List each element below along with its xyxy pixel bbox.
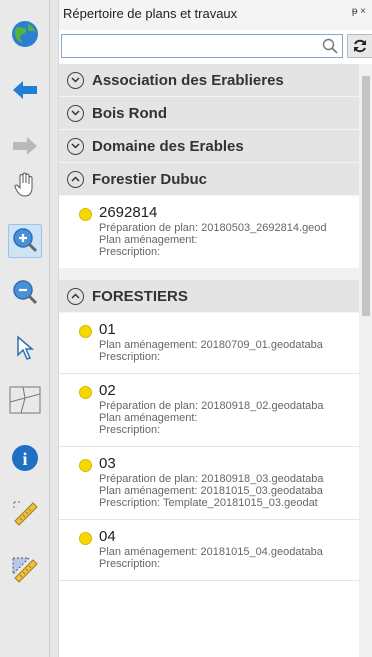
zoom-out-icon[interactable]	[0, 270, 50, 314]
group-label: Forestier Dubuc	[92, 170, 208, 188]
polygon-icon[interactable]	[0, 378, 50, 422]
plan-item[interactable]: 02 Préparation de plan: 20180918_02.geoda…	[59, 374, 359, 447]
ruler-icon[interactable]	[0, 491, 50, 535]
group-header[interactable]: Association des Erablieres	[59, 64, 359, 97]
plan-item-title: 01	[99, 321, 116, 338]
pan-hand-icon[interactable]	[0, 163, 50, 207]
status-dot	[79, 325, 92, 338]
group-label: Domaine des Erables	[92, 137, 244, 155]
globe-icon[interactable]	[0, 12, 50, 56]
plan-item-detail: Préparation de plan: 20180918_03.geodata…	[99, 473, 324, 485]
chevron-down-icon[interactable]	[67, 71, 84, 89]
group-header[interactable]: Bois Rond	[59, 97, 359, 130]
svg-text:i: i	[22, 449, 27, 469]
plan-item[interactable]: 03 Préparation de plan: 20180918_03.geoda…	[59, 447, 359, 520]
plan-item-title: 03	[99, 455, 116, 472]
plan-item[interactable]: 01 Plan aménagement: 20180709_01.geodatab…	[59, 313, 359, 374]
plan-item-detail: Plan aménagement:	[99, 234, 198, 246]
plan-item-detail: Prescription:	[99, 351, 161, 363]
plan-item-detail: Plan aménagement:	[99, 412, 198, 424]
search-input[interactable]	[62, 35, 343, 57]
status-dot	[79, 386, 92, 399]
chevron-up-icon[interactable]	[67, 170, 84, 188]
plan-item-detail: Prescription:	[99, 558, 161, 570]
status-dot	[79, 532, 92, 545]
select-arrow-icon[interactable]	[0, 326, 50, 370]
group-header[interactable]: Forestier Dubuc	[59, 163, 359, 196]
plan-item-detail: Préparation de plan: 20180918_02.geodata…	[99, 400, 324, 412]
zoom-in-icon[interactable]	[0, 218, 50, 262]
plan-item-title: 2692814	[99, 204, 158, 221]
plan-item-detail: Plan aménagement: 20181015_03.geodataba	[99, 485, 323, 497]
plan-item-detail: Plan aménagement: 20180709_01.geodataba	[99, 339, 323, 351]
plan-item-title: 04	[99, 528, 116, 545]
plan-item-detail: Prescription: Template_20181015_03.geoda…	[99, 497, 318, 509]
plans-directory-panel: Répertoire de plans et travaux ᵽ × Assoc…	[58, 0, 372, 657]
back-arrow-icon[interactable]	[0, 68, 50, 112]
plan-item-title: 02	[99, 382, 116, 399]
vertical-scrollbar[interactable]	[359, 64, 372, 657]
refresh-icon	[354, 39, 367, 53]
pin-close-icon[interactable]: ᵽ ×	[352, 6, 366, 30]
info-icon[interactable]: i	[0, 436, 50, 480]
group-header[interactable]: FORESTIERS	[59, 280, 359, 313]
search-row	[61, 34, 372, 58]
scrollbar-thumb[interactable]	[362, 76, 370, 316]
search-icon[interactable]	[322, 38, 338, 54]
group-label: Association des Erablieres	[92, 71, 284, 89]
group-label: Bois Rond	[92, 104, 167, 122]
search-box	[61, 34, 344, 58]
chevron-down-icon[interactable]	[67, 137, 84, 155]
group-header[interactable]: Domaine des Erables	[59, 130, 359, 163]
panel-header: Répertoire de plans et travaux ᵽ ×	[59, 0, 372, 30]
chevron-up-icon[interactable]	[67, 287, 84, 305]
forward-arrow-icon[interactable]	[0, 124, 50, 168]
status-dot	[79, 208, 92, 221]
group-label: FORESTIERS	[92, 287, 188, 305]
area-measure-icon[interactable]	[0, 548, 50, 592]
plan-list: Association des Erablieres Bois Rond Domai…	[59, 64, 359, 581]
plan-item[interactable]: 04 Plan aménagement: 20181015_04.geodatab…	[59, 520, 359, 581]
plan-item-detail: Prescription:	[99, 424, 161, 436]
map-toolbar: i	[0, 0, 50, 657]
refresh-button[interactable]	[347, 34, 372, 58]
plan-item[interactable]: 2692814 Préparation de plan: 20180503_269…	[59, 196, 359, 280]
plan-item-detail: Préparation de plan: 20180503_2692814.ge…	[99, 222, 327, 234]
chevron-down-icon[interactable]	[67, 104, 84, 122]
panel-title: Répertoire de plans et travaux	[63, 6, 238, 21]
status-dot	[79, 459, 92, 472]
plan-item-detail: Plan aménagement: 20181015_04.geodataba	[99, 546, 323, 558]
plan-item-detail: Prescription:	[99, 246, 161, 258]
